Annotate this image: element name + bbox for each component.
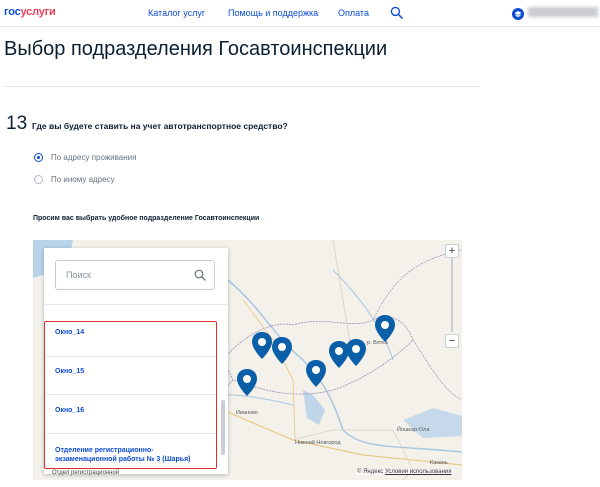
- search-icon[interactable]: [390, 6, 403, 19]
- search-icon[interactable]: [194, 269, 206, 281]
- nav-payment-link[interactable]: Оплата: [338, 8, 369, 18]
- map-pin-1[interactable]: [252, 332, 272, 359]
- copyright-prefix: © Яндекс: [357, 469, 384, 475]
- zoom-in-button[interactable]: +: [445, 244, 459, 258]
- user-name-blurred[interactable]: [528, 7, 598, 17]
- nav-catalog-link[interactable]: Каталог услуг: [148, 8, 205, 18]
- map-pin-5[interactable]: [306, 360, 326, 387]
- radio-other-label[interactable]: По иному адресу: [51, 175, 115, 184]
- map-pin-3[interactable]: [329, 341, 349, 368]
- zoom-slider-track[interactable]: [451, 258, 453, 332]
- gosuslugi-logo[interactable]: госуслуги: [4, 6, 56, 18]
- panel-separator: [44, 304, 228, 305]
- panel-scrollbar[interactable]: [221, 400, 225, 455]
- top-header: госуслуги Каталог услуг Помощь и поддерж…: [0, 0, 600, 27]
- radio-other-address[interactable]: [34, 175, 43, 184]
- highlight-frame: [44, 321, 217, 469]
- title-divider: [4, 86, 480, 87]
- radio-residence-label[interactable]: По адресу проживания: [51, 153, 136, 162]
- map-copyright: © Яндекс Условия использования: [356, 469, 453, 475]
- list-item-partial[interactable]: Отдел регистрационной: [52, 470, 119, 476]
- department-search-input[interactable]: Поиск: [55, 260, 215, 290]
- question-text: Где вы будете ставить на учет автотрансп…: [32, 121, 288, 131]
- map-pin-4[interactable]: [346, 339, 366, 366]
- question-number: 13: [6, 113, 28, 134]
- user-icon[interactable]: [512, 8, 524, 20]
- logo-part-1: гос: [4, 6, 21, 18]
- map-pin-7[interactable]: [237, 369, 257, 396]
- terms-of-use-link[interactable]: Условия использования: [385, 469, 452, 475]
- zoom-out-button[interactable]: −: [445, 334, 459, 348]
- logo-part-2: услуги: [20, 6, 56, 18]
- nav-help-link[interactable]: Помощь и поддержка: [228, 8, 318, 18]
- map-pin-2[interactable]: [272, 337, 292, 364]
- radio-residence-address[interactable]: [34, 153, 43, 162]
- map-pin-6[interactable]: [375, 315, 395, 342]
- search-placeholder: Поиск: [66, 270, 91, 280]
- page-title: Выбор подразделения Госавтоинспекции: [4, 38, 388, 60]
- map-subheading: Просим вас выбрать удобное подразделение…: [33, 215, 260, 222]
